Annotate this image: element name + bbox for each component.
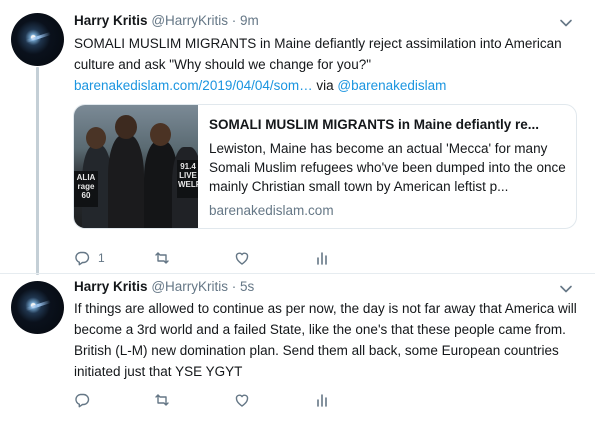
tweet-header: Harry Kritis @HarryKritis · 5s — [74, 278, 254, 296]
card-title: SOMALI MUSLIM MIGRANTS in Maine defiantl… — [209, 117, 540, 132]
tweet[interactable]: Harry Kritis @HarryKritis · 5s If things… — [0, 274, 595, 424]
username[interactable]: @HarryKritis — [151, 279, 228, 294]
separator-dot: · — [231, 279, 237, 294]
like-button[interactable] — [234, 390, 258, 410]
tweet-text: SOMALI MUSLIM MIGRANTS in Maine defiantl… — [74, 33, 584, 96]
tweet-text-via: via — [312, 78, 338, 93]
tweet-link[interactable]: barenakedislam.com/2019/04/04/som… — [74, 78, 313, 93]
card-domain: barenakedislam.com — [209, 203, 334, 218]
analytics-icon — [317, 252, 327, 265]
display-name[interactable]: Harry Kritis — [74, 13, 148, 28]
avatar[interactable] — [11, 281, 64, 334]
tweet-actions — [74, 390, 374, 410]
chevron-down-icon[interactable] — [559, 16, 573, 30]
display-name[interactable]: Harry Kritis — [74, 279, 148, 294]
retweet-button[interactable] — [154, 248, 178, 268]
analytics-icon — [317, 394, 327, 407]
heart-icon — [235, 252, 249, 265]
tweet-text: If things are allowed to continue as per… — [74, 301, 577, 379]
timestamp[interactable]: 9m — [240, 13, 259, 28]
reply-icon — [75, 393, 90, 408]
reply-count: 1 — [98, 251, 105, 265]
tweet-header: Harry Kritis @HarryKritis · 9m — [74, 12, 259, 30]
retweet-button[interactable] — [154, 390, 178, 410]
reply-icon — [75, 251, 90, 266]
timestamp[interactable]: 5s — [240, 279, 254, 294]
link-preview-card[interactable]: 91.4 LIVE WELF ALIA rage 60 SOMALI MUSLI… — [73, 104, 577, 229]
avatar[interactable] — [11, 13, 64, 66]
retweet-icon — [155, 252, 169, 264]
tweet-text-body: SOMALI MUSLIM MIGRANTS in Maine defiantl… — [74, 36, 562, 72]
reply-button[interactable]: 1 — [74, 248, 105, 268]
heart-icon — [235, 394, 249, 407]
card-description: Lewiston, Maine has become an actual 'Me… — [209, 141, 566, 194]
analytics-button[interactable] — [314, 248, 330, 268]
tweet[interactable]: Harry Kritis @HarryKritis · 9m SOMALI MU… — [0, 0, 595, 274]
separator-dot: · — [231, 13, 237, 28]
mention-link[interactable]: @barenakedislam — [337, 78, 446, 93]
card-image-sign: ALIA rage 60 — [74, 171, 98, 207]
username[interactable]: @HarryKritis — [151, 13, 228, 28]
like-button[interactable] — [234, 248, 258, 268]
tweet-actions: 1 — [74, 248, 374, 268]
card-image: 91.4 LIVE WELF ALIA rage 60 — [74, 105, 198, 228]
card-content: SOMALI MUSLIM MIGRANTS in Maine defiantl… — [209, 115, 569, 220]
chevron-down-icon[interactable] — [559, 282, 573, 296]
retweet-icon — [155, 394, 169, 406]
card-image-sign: 91.4 LIVE WELF — [177, 160, 198, 198]
reply-button[interactable] — [74, 390, 98, 410]
analytics-button[interactable] — [314, 390, 330, 410]
